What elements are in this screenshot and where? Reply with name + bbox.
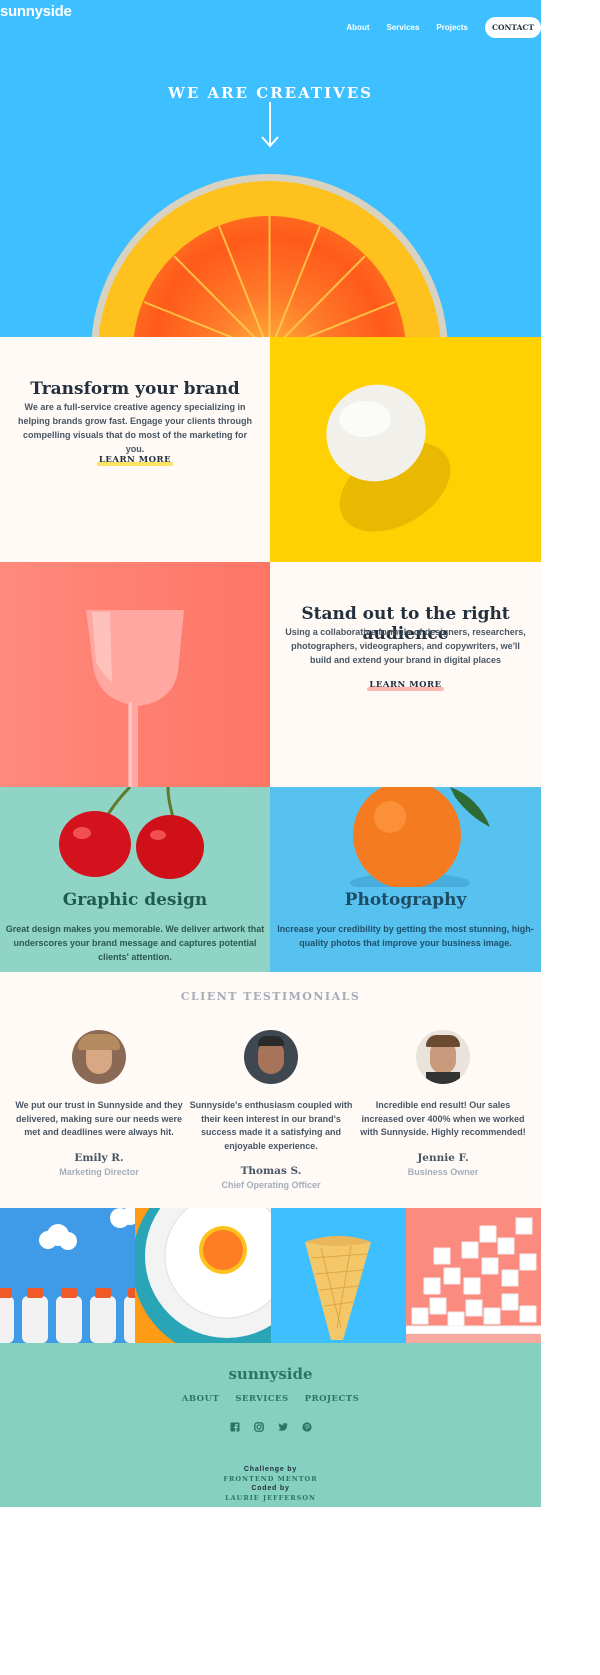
feature-text: Using a collaborative formula of designe… <box>285 627 526 665</box>
testimonial-card: Sunnyside's enthusiasm coupled with thei… <box>184 1030 358 1190</box>
service-title: Graphic design <box>62 890 208 910</box>
gallery-sugar-cubes-image <box>405 1208 541 1343</box>
hero-orange-bowl-image <box>91 174 448 337</box>
gallery <box>0 1208 541 1343</box>
testimonials-heading: CLIENT TESTIMONIALS <box>180 990 361 1003</box>
testimonial-name: Thomas S. <box>240 1165 302 1177</box>
learn-more-link[interactable]: LEARN MORE <box>96 455 174 466</box>
footer: sunnyside ABOUT SERVICES PROJECTS Challe… <box>0 1343 541 1507</box>
attribution-challenge-label: Challenge by <box>243 1466 298 1473</box>
nav-services[interactable]: Services <box>387 23 420 32</box>
gallery-milk-bottles-image <box>0 1208 136 1343</box>
learn-more-link[interactable]: LEARN MORE <box>367 680 444 691</box>
feature-text: We are a full-service creative agency sp… <box>17 402 253 454</box>
testimonial-card: We put our trust in Sunnyside and they d… <box>12 1030 186 1177</box>
twitter-icon[interactable] <box>277 1419 288 1431</box>
service-photography: Photography Increase your credibility by… <box>270 787 541 972</box>
feature-title: Transform your brand <box>30 379 240 399</box>
egg-image <box>270 337 541 562</box>
attribution-coded-label: Coded by <box>251 1485 290 1492</box>
site-logo[interactable]: sunnyside <box>0 3 72 20</box>
gallery-ice-cream-cone-image <box>270 1208 406 1343</box>
orange-image <box>350 787 490 887</box>
testimonial-role: Marketing Director <box>59 1166 139 1177</box>
feature-audience: Stand out to the right audience Using a … <box>270 562 541 787</box>
testimonial-quote: Sunnyside's enthusiasm coupled with thei… <box>189 1100 353 1151</box>
footer-logo[interactable]: sunnyside <box>0 1365 541 1383</box>
footer-link-projects[interactable]: PROJECTS <box>305 1394 360 1404</box>
gallery-orange-plate-image <box>135 1208 271 1343</box>
hero-section: sunnyside About Services Projects CONTAC… <box>0 0 541 337</box>
attribution-coder-link[interactable]: LAURIE JEFFERSON <box>0 1494 541 1502</box>
footer-link-about[interactable]: ABOUT <box>182 1394 220 1404</box>
testimonial-quote: We put our trust in Sunnyside and they d… <box>15 1100 183 1137</box>
nav-projects[interactable]: Projects <box>436 23 468 32</box>
testimonial-role: Chief Operating Officer <box>221 1180 321 1190</box>
glass-image <box>0 562 270 787</box>
nav-about[interactable]: About <box>346 23 369 32</box>
service-graphic-design: Graphic design Great design makes you me… <box>0 787 270 972</box>
avatar <box>72 1030 126 1084</box>
testimonial-name: Emily R. <box>74 1151 124 1164</box>
testimonial-role: Business Owner <box>407 1166 479 1177</box>
instagram-icon[interactable] <box>253 1419 264 1432</box>
contact-button[interactable]: CONTACT <box>485 17 541 38</box>
footer-link-services[interactable]: SERVICES <box>235 1394 288 1404</box>
page: sunnyside About Services Projects CONTAC… <box>0 0 541 1507</box>
main-nav: About Services Projects CONTACT <box>346 17 541 38</box>
testimonials-section: CLIENT TESTIMONIALS We put our trust in … <box>0 972 541 1208</box>
pinterest-icon[interactable] <box>301 1419 312 1432</box>
service-text: Great design makes you memorable. We del… <box>5 924 265 962</box>
attribution-challenge-link[interactable]: FRONTEND MENTOR <box>0 1475 541 1483</box>
testimonial-card: Incredible end result! Our sales increas… <box>356 1030 530 1177</box>
avatar <box>416 1030 470 1084</box>
arrow-down-icon[interactable] <box>260 102 280 148</box>
service-text: Increase your credibility by getting the… <box>277 924 534 948</box>
facebook-icon[interactable] <box>230 1419 240 1432</box>
social-links <box>0 1419 541 1432</box>
feature-transform: Transform your brand We are a full-servi… <box>0 337 270 562</box>
hero-title: WE ARE CREATIVES <box>168 84 373 102</box>
testimonial-quote: Incredible end result! Our sales increas… <box>360 1100 526 1137</box>
service-title: Photography <box>344 890 467 910</box>
avatar <box>244 1030 298 1084</box>
cherries-image <box>59 787 204 879</box>
testimonial-name: Jennie F. <box>417 1151 469 1164</box>
footer-nav: ABOUT SERVICES PROJECTS <box>0 1394 541 1404</box>
